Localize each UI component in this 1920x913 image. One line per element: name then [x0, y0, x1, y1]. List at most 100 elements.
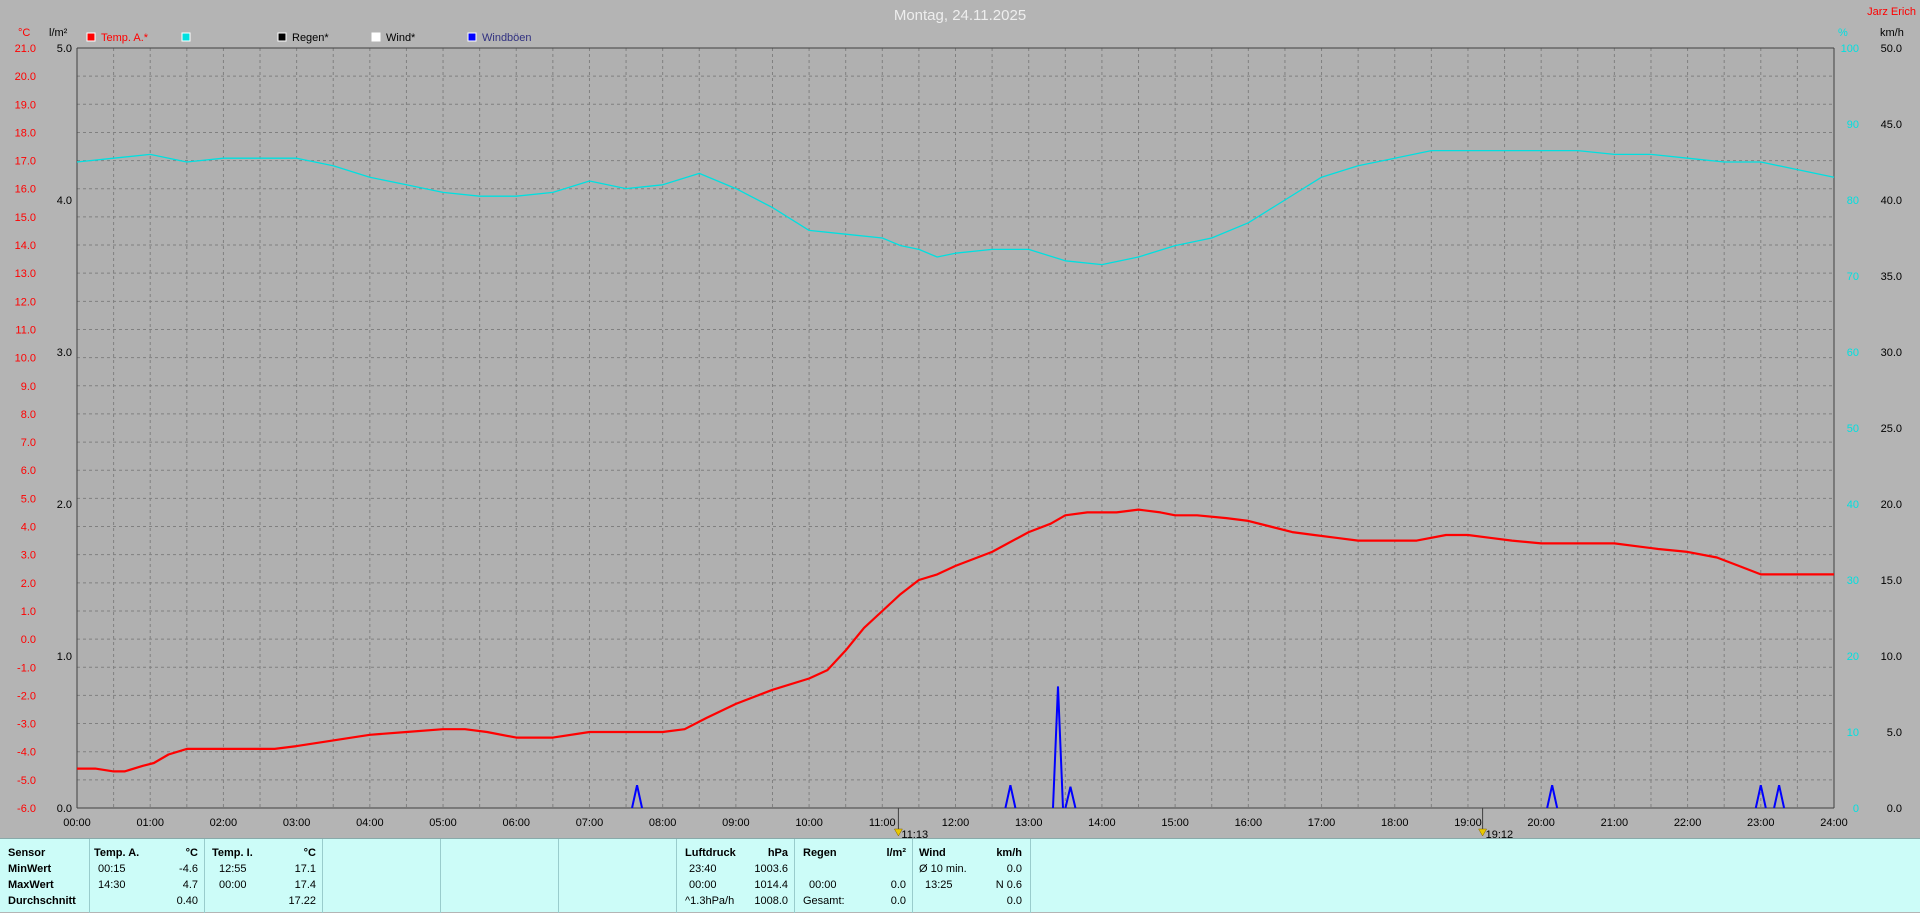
legend-swatch: [86, 32, 96, 42]
legend-label: Temp. A.*: [101, 32, 149, 44]
wind-unit: km/h: [996, 847, 1022, 859]
row-label-min: MinWert: [8, 863, 52, 875]
temp-a-min-time: 00:15: [98, 863, 126, 875]
pressure-unit: hPa: [767, 847, 788, 859]
temp-tick-label: 4.0: [21, 522, 36, 534]
temp-a-unit: °C: [185, 847, 198, 859]
x-tick-label: 01:00: [136, 817, 164, 829]
panel-pressure: Luftdruck hPa 23:40 1003.6 00:00 1014.4 …: [677, 839, 795, 913]
temp-tick-label: 5.0: [21, 493, 36, 505]
temp-tick-label: -6.0: [17, 803, 36, 815]
temp-a-min-value: -4.6: [179, 863, 198, 875]
x-tick-label: 11:00: [869, 817, 896, 829]
temp-tick-label: 10.0: [15, 353, 36, 365]
legend-swatch: [467, 32, 477, 42]
x-tick-label: 06:00: [502, 817, 530, 829]
x-tick-label: 24:00: [1820, 817, 1848, 829]
pressure-max-time: 00:00: [689, 879, 717, 891]
temp-i-header: Temp. I.: [212, 847, 253, 859]
rain-total-label: Gesamt:: [803, 895, 845, 907]
temp-tick-label: 19.0: [15, 99, 36, 111]
panel-empty-3: [559, 839, 677, 913]
wind-unit-label: km/h: [1880, 27, 1904, 39]
x-tick-label: 15:00: [1161, 817, 1189, 829]
rain-tick-label: 1.0: [57, 651, 72, 663]
panel-wind: Wind km/h Ø 10 min. 0.0 13:25 N 0.6 0.0: [913, 839, 1031, 913]
x-tick-label: 18:00: [1381, 817, 1409, 829]
rain-unit: l/m²: [886, 847, 906, 859]
humidity-tick-label: 10: [1847, 727, 1859, 739]
temp-tick-label: 21.0: [15, 43, 36, 55]
humidity-tick-label: 100: [1841, 43, 1859, 55]
legend-label: Regen*: [292, 32, 329, 44]
wind-tick-label: 15.0: [1881, 575, 1902, 587]
temp-i-avg: 17.22: [288, 895, 316, 907]
temp-tick-label: 14.0: [15, 240, 36, 252]
weather-chart: 21.0 20.0 19.0 18.0 17.0 16.0 15.0 14.0 13.0 12.0…: [0, 0, 1920, 838]
wind-min-label: Ø 10 min.: [919, 863, 967, 875]
temp-a-header: Temp. A.: [94, 847, 140, 859]
rain-total: 0.0: [890, 895, 906, 907]
wind-max-time: 13:25: [925, 879, 953, 891]
wind-tick-label: 20.0: [1881, 499, 1902, 511]
wind-tick-label: 30.0: [1881, 347, 1902, 359]
x-tick-label: 16:00: [1235, 817, 1263, 829]
temp-tick-label: -5.0: [17, 775, 36, 787]
temp-tick-label: 7.0: [21, 437, 36, 449]
row-label-avg: Durchschnitt: [8, 895, 76, 907]
temp-tick-label: 12.0: [15, 296, 36, 308]
pressure-trend: ^1.3hPa/h: [685, 895, 735, 907]
wind-tick-label: 40.0: [1881, 195, 1902, 207]
x-tick-label: 21:00: [1601, 817, 1629, 829]
rain-max-time: 00:00: [809, 879, 837, 891]
wind-tick-label: 10.0: [1881, 651, 1902, 663]
pressure-avg: 1008.0: [754, 895, 788, 907]
time-marker-label: 19:12: [1486, 829, 1514, 838]
wind-tick-label: 45.0: [1881, 119, 1902, 131]
wind-min-value: 0.0: [1006, 863, 1022, 875]
x-tick-label: 05:00: [429, 817, 457, 829]
temp-tick-label: 17.0: [15, 156, 36, 168]
humidity-tick-label: 30: [1847, 575, 1859, 587]
legend-label: Wind*: [386, 32, 416, 44]
temp-tick-label: -4.0: [17, 747, 36, 759]
x-tick-label: 12:00: [942, 817, 970, 829]
pressure-min-value: 1003.6: [754, 863, 788, 875]
rain-unit-label: l/m²: [49, 27, 68, 39]
temp-a-max-time: 14:30: [98, 879, 126, 891]
x-tick-label: 07:00: [576, 817, 604, 829]
humidity-tick-label: 80: [1847, 195, 1859, 207]
chart-canvas: 21.0 20.0 19.0 18.0 17.0 16.0 15.0 14.0 13.0 12.0…: [15, 6, 1916, 838]
summary-panel: Sensor MinWert MaxWert Durchschnitt Temp…: [0, 838, 1920, 913]
temp-tick-label: 6.0: [21, 465, 36, 477]
x-tick-label: 10:00: [795, 817, 823, 829]
humidity-tick-label: 90: [1847, 119, 1859, 131]
rain-tick-label: 5.0: [57, 43, 72, 55]
temp-tick-label: 0.0: [21, 634, 36, 646]
rain-tick-label: 0.0: [57, 803, 72, 815]
temp-tick-label: 2.0: [21, 578, 36, 590]
panel-empty-4: [1031, 839, 1920, 913]
temp-i-min-time: 12:55: [219, 863, 247, 875]
rain-tick-label: 2.0: [57, 499, 72, 511]
wind-tick-label: 5.0: [1887, 727, 1902, 739]
x-tick-label: 04:00: [356, 817, 384, 829]
temp-tick-label: 13.0: [15, 268, 36, 280]
temp-unit-label: °C: [18, 27, 30, 39]
x-tick-label: 20:00: [1527, 817, 1555, 829]
x-tick-label: 00:00: [63, 817, 91, 829]
humidity-tick-label: 60: [1847, 347, 1859, 359]
temp-tick-label: -3.0: [17, 719, 36, 731]
wind-tick-label: 50.0: [1881, 43, 1902, 55]
rain-tick-label: 4.0: [57, 195, 72, 207]
panel-temp-i: Temp. I. °C 12:55 17.1 00:00 17.4 17.22: [205, 839, 323, 913]
humidity-tick-label: 20: [1847, 651, 1859, 663]
legend-swatch: [277, 32, 287, 42]
x-tick-label: 13:00: [1015, 817, 1043, 829]
wind-avg: 0.0: [1006, 895, 1022, 907]
x-tick-label: 08:00: [649, 817, 677, 829]
temp-tick-label: 16.0: [15, 184, 36, 196]
panel-temp-a: Temp. A. °C 00:15 -4.6 14:30 4.7 0.40: [90, 839, 205, 913]
temp-i-max-time: 00:00: [219, 879, 247, 891]
wind-tick-label: 0.0: [1887, 803, 1902, 815]
